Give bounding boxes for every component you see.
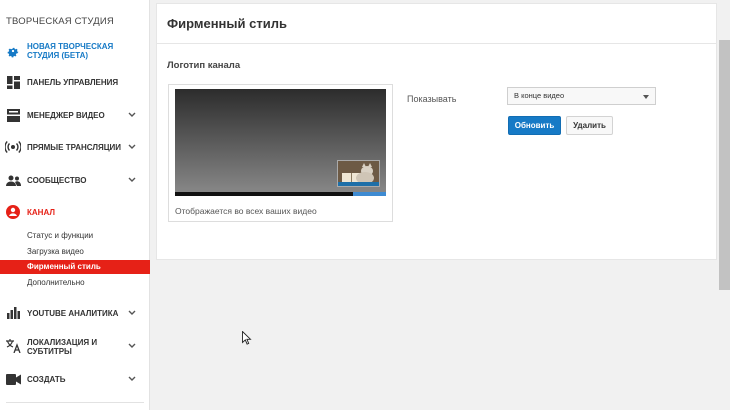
sidebar-item-localization[interactable]: ЛОКАЛИЗАЦИЯ И СУБТИТРЫ bbox=[0, 336, 150, 356]
dropdown-arrow-icon bbox=[643, 95, 649, 99]
sidebar-item-live[interactable]: ПРЯМЫЕ ТРАНСЛЯЦИИ bbox=[0, 139, 150, 155]
video-manager-icon bbox=[5, 107, 21, 123]
sidebar-item-label: ПРЯМЫЕ ТРАНСЛЯЦИИ bbox=[27, 143, 122, 152]
community-icon bbox=[5, 172, 21, 188]
analytics-icon bbox=[5, 305, 21, 321]
sidebar-item-label: ЛОКАЛИЗАЦИЯ И СУБТИТРЫ bbox=[27, 338, 98, 356]
page-title: Фирменный стиль bbox=[167, 16, 287, 31]
sidebar-subitem-status[interactable]: Статус и функции bbox=[0, 229, 150, 243]
video-progress-bar bbox=[175, 192, 386, 196]
sidebar-item-create[interactable]: СОЗДАТЬ bbox=[0, 371, 150, 387]
chevron-down-icon[interactable] bbox=[127, 175, 137, 185]
create-video-icon bbox=[5, 371, 21, 387]
gear-icon bbox=[5, 43, 21, 59]
studio-title: ТВОРЧЕСКАЯ СТУДИЯ bbox=[6, 16, 114, 27]
sidebar-item-label: НОВАЯ ТВОРЧЕСКАЯ СТУДИЯ (БЕТА) bbox=[27, 42, 114, 60]
sidebar-item-label: ПАНЕЛЬ УПРАВЛЕНИЯ bbox=[27, 78, 119, 87]
delete-button[interactable]: Удалить bbox=[566, 116, 613, 135]
sidebar-divider bbox=[6, 402, 144, 403]
channel-icon bbox=[5, 204, 21, 220]
branding-panel: Фирменный стиль Логотип канала Отображае… bbox=[156, 3, 717, 260]
chevron-down-icon[interactable] bbox=[127, 341, 137, 351]
sidebar-item-label: СОЗДАТЬ bbox=[27, 375, 66, 384]
video-preview bbox=[175, 89, 386, 196]
sidebar-item-label: СООБЩЕСТВО bbox=[27, 176, 87, 185]
sidebar-item-video-manager[interactable]: МЕНЕДЖЕР ВИДЕО bbox=[0, 107, 150, 123]
translate-icon bbox=[5, 338, 21, 354]
dashboard-icon bbox=[5, 74, 21, 90]
display-time-select[interactable]: В конце видео bbox=[507, 87, 656, 105]
preview-caption: Отображается во всех ваших видео bbox=[175, 206, 317, 216]
panel-header: Фирменный стиль bbox=[157, 4, 716, 44]
sidebar-subitem-branding[interactable]: Фирменный стиль bbox=[0, 260, 150, 274]
sidebar-item-label: МЕНЕДЖЕР ВИДЕО bbox=[27, 111, 105, 120]
watermark-thumbnail bbox=[337, 160, 380, 187]
sidebar-subitem-upload[interactable]: Загрузка видео bbox=[0, 245, 150, 259]
sidebar-item-community[interactable]: СООБЩЕСТВО bbox=[0, 172, 150, 188]
live-broadcast-icon bbox=[5, 139, 21, 155]
sidebar-item-label: КАНАЛ bbox=[27, 208, 55, 217]
scrollbar[interactable] bbox=[719, 0, 730, 410]
show-label: Показывать bbox=[407, 94, 457, 104]
sidebar: ТВОРЧЕСКАЯ СТУДИЯ НОВАЯ ТВОРЧЕСКАЯ СТУДИ… bbox=[0, 0, 150, 410]
sidebar-item-dashboard[interactable]: ПАНЕЛЬ УПРАВЛЕНИЯ bbox=[0, 74, 150, 90]
sidebar-item-label: YOUTUBE АНАЛИТИКА bbox=[27, 309, 119, 318]
chevron-down-icon[interactable] bbox=[127, 142, 137, 152]
update-button[interactable]: Обновить bbox=[508, 116, 561, 135]
select-value: В конце видео bbox=[514, 91, 565, 100]
chevron-down-icon[interactable] bbox=[127, 308, 137, 318]
progress-end-segment bbox=[353, 192, 386, 196]
sidebar-item-channel[interactable]: КАНАЛ bbox=[0, 204, 150, 220]
sidebar-subitem-advanced[interactable]: Дополнительно bbox=[0, 276, 150, 290]
scrollbar-thumb[interactable] bbox=[719, 40, 730, 290]
sidebar-item-new-studio[interactable]: НОВАЯ ТВОРЧЕСКАЯ СТУДИЯ (БЕТА) bbox=[0, 42, 150, 60]
chevron-down-icon[interactable] bbox=[127, 374, 137, 384]
section-title-channel-logo: Логотип канала bbox=[167, 60, 241, 71]
watermark-preview-card: Отображается во всех ваших видео bbox=[168, 84, 393, 222]
sidebar-item-analytics[interactable]: YOUTUBE АНАЛИТИКА bbox=[0, 305, 150, 321]
mouse-cursor-icon bbox=[242, 330, 252, 350]
chevron-down-icon[interactable] bbox=[127, 110, 137, 120]
